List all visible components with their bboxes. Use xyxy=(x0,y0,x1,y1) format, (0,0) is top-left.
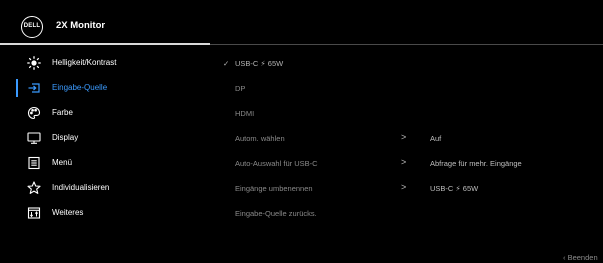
sidebar-item-label: Helligkeit/Kontrast xyxy=(52,58,117,67)
exit-button[interactable]: ‹ Beenden xyxy=(563,253,598,262)
sidebar-item-label: Eingabe-Quelle xyxy=(52,83,108,92)
option-rename-inputs[interactable]: Eingänge umbenennen xyxy=(235,184,313,193)
dell-logo: DELL xyxy=(21,16,43,38)
option-auto-select[interactable]: Autom. wählen xyxy=(235,134,285,143)
sidebar-item-others[interactable]: Weiteres xyxy=(0,201,210,225)
auto-select-usb-c-value: Abfrage für mehr. Eingänge xyxy=(430,159,522,168)
auto-select-value: Auf xyxy=(430,134,442,143)
option-dp[interactable]: DP xyxy=(235,84,245,93)
menu-icon xyxy=(27,156,41,170)
display-icon xyxy=(27,131,41,145)
osd-header: DELL 2X Monitor xyxy=(0,0,603,44)
option-reset-input-source[interactable]: Eingabe-Quelle zurücks. xyxy=(235,209,317,218)
option-auto-select-usb-c[interactable]: Auto-Auswahl für USB-C xyxy=(235,159,318,168)
header-divider xyxy=(210,44,603,45)
option-usb-c-65w[interactable]: USB-C ⚡ 65W xyxy=(235,59,283,68)
rename-inputs-value: USB-C ⚡ 65W xyxy=(430,184,479,193)
sidebar-item-label: Menü xyxy=(52,158,73,167)
star-icon xyxy=(27,181,41,195)
sidebar-item-label: Weiteres xyxy=(52,208,84,217)
brightness-icon xyxy=(27,56,41,70)
others-icon xyxy=(27,206,41,220)
active-indicator xyxy=(16,79,18,97)
sidebar-item-label: Farbe xyxy=(52,108,73,117)
sidebar-item-input-source[interactable]: Eingabe-Quelle xyxy=(0,76,210,100)
sidebar-item-label: Display xyxy=(52,133,79,142)
color-palette-icon xyxy=(27,106,41,120)
header-divider-active xyxy=(0,43,210,45)
input-source-icon xyxy=(27,81,41,95)
checkmark-icon: ✓ xyxy=(223,59,230,68)
chevron-right-icon: > xyxy=(401,132,407,142)
sidebar-item-color[interactable]: Farbe xyxy=(0,101,210,125)
option-hdmi[interactable]: HDMI xyxy=(235,109,254,118)
sidebar-item-label: Individualisieren xyxy=(52,183,110,192)
monitor-title: 2X Monitor xyxy=(56,20,106,31)
sidebar-item-menu[interactable]: Menü xyxy=(0,151,210,175)
chevron-right-icon: > xyxy=(401,182,407,192)
sidebar-item-personalize[interactable]: Individualisieren xyxy=(0,176,210,200)
sidebar-item-brightness-contrast[interactable]: Helligkeit/Kontrast xyxy=(0,51,210,75)
sidebar-item-display[interactable]: Display xyxy=(0,126,210,150)
chevron-right-icon: > xyxy=(401,157,407,167)
